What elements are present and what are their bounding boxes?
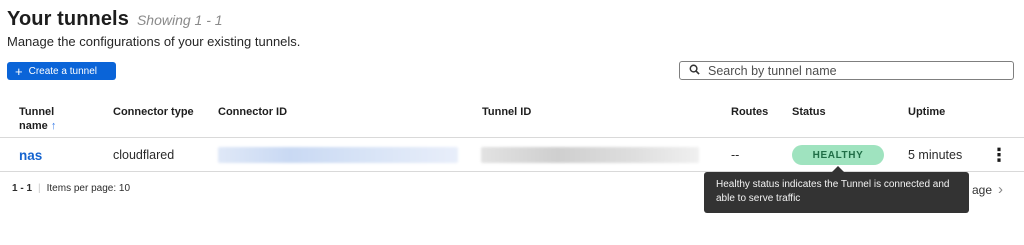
connector-id-redacted bbox=[218, 147, 458, 163]
pagination-footer: 1 - 1 | Items per page: 10 bbox=[12, 183, 130, 194]
next-page-label: age bbox=[972, 182, 993, 197]
uptime-cell: 5 minutes bbox=[908, 148, 963, 162]
tunnel-name-link[interactable]: nas bbox=[19, 148, 42, 163]
page-subtitle: Manage the configurations of your existi… bbox=[7, 34, 301, 49]
column-header-status: Status bbox=[792, 106, 826, 118]
tunnel-id-redacted bbox=[481, 147, 699, 163]
column-header-connector-type: Connector type bbox=[113, 106, 194, 118]
table-row[interactable]: nas cloudflared -- HEALTHY 5 minutes ⋮ bbox=[0, 138, 1024, 172]
pagination-range: 1 - 1 bbox=[12, 183, 33, 194]
column-header-routes: Routes bbox=[731, 106, 769, 118]
chevron-right-icon[interactable]: › bbox=[998, 181, 1003, 198]
search-icon bbox=[689, 64, 700, 78]
column-header-tunnel-name[interactable]: Tunnel name ↑ bbox=[19, 105, 56, 133]
kebab-menu-icon[interactable]: ⋮ bbox=[990, 145, 1008, 166]
column-label-name: name bbox=[19, 120, 48, 132]
next-page-control[interactable]: age › bbox=[972, 181, 1003, 198]
create-tunnel-button[interactable]: + Create a tunnel bbox=[7, 62, 116, 80]
items-per-page[interactable]: Items per page: 10 bbox=[47, 183, 130, 194]
search-box[interactable] bbox=[679, 61, 1014, 80]
plus-icon: + bbox=[15, 63, 23, 79]
create-tunnel-label: Create a tunnel bbox=[28, 65, 97, 77]
tunnel-name-cell: nas bbox=[19, 138, 42, 172]
title-row: Your tunnels Showing 1 - 1 bbox=[7, 8, 300, 31]
connector-type-cell: cloudflared bbox=[113, 148, 175, 162]
column-header-connector-id: Connector ID bbox=[218, 106, 288, 118]
status-badge[interactable]: HEALTHY bbox=[792, 145, 884, 165]
pagination-divider: | bbox=[38, 183, 41, 194]
column-header-uptime: Uptime bbox=[908, 106, 946, 118]
routes-cell: -- bbox=[731, 148, 740, 162]
connector-id-cell bbox=[218, 138, 458, 172]
page-header: Your tunnels Showing 1 - 1 Manage the co… bbox=[7, 8, 300, 49]
sort-ascending-icon[interactable]: ↑ bbox=[51, 120, 57, 132]
column-header-tunnel-id: Tunnel ID bbox=[482, 106, 532, 118]
column-label-tunnel: Tunnel bbox=[19, 106, 55, 118]
status-tooltip: Healthy status indicates the Tunnel is c… bbox=[704, 166, 969, 213]
page-title: Your tunnels bbox=[7, 8, 129, 30]
tunnel-id-cell bbox=[481, 138, 699, 172]
search-input[interactable] bbox=[708, 63, 998, 78]
row-actions-cell: ⋮ bbox=[990, 138, 1008, 172]
showing-count: Showing 1 - 1 bbox=[136, 12, 223, 28]
table-header: Tunnel name ↑ Connector type Connector I… bbox=[0, 102, 1024, 138]
